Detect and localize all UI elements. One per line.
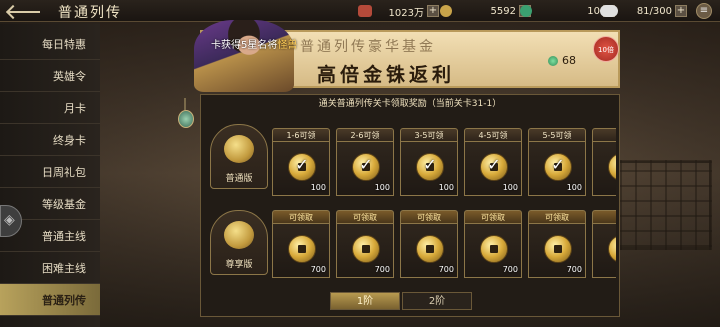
normal-reward-slot[interactable] — [592, 142, 616, 196]
sidebar-item-monthly-card[interactable]: 月卡 — [0, 92, 100, 124]
tier-premium: 尊享版 — [210, 210, 268, 275]
stage-requirement: 2-6可领 — [336, 128, 394, 142]
banner-subtitle: 普通列传豪华基金 — [300, 39, 436, 55]
multiplier-badge: 10倍 — [593, 36, 619, 62]
sidebar-item-daily-deals[interactable]: 每日特惠 — [0, 28, 100, 60]
premium-reward-slot[interactable] — [592, 224, 616, 278]
add-silver-button[interactable]: + — [427, 5, 439, 17]
sidebar-item-lifetime-card[interactable]: 终身卡 — [0, 124, 100, 156]
premium-reward-slot[interactable]: 700 — [400, 224, 458, 278]
fund-price: 68 — [562, 54, 576, 67]
scrolling-news: 卡获得5星名将怪兽 — [211, 36, 297, 51]
resource-silver-value: 1023万 — [388, 7, 424, 19]
stage-requirement: 6- — [592, 128, 616, 142]
hero-portrait — [194, 20, 294, 92]
reward-qty: 100 — [310, 183, 326, 192]
background-lattice-window — [617, 160, 712, 250]
claim-tab[interactable]: 可领取 — [464, 210, 522, 224]
sidebar: 每日特惠 英雄令 月卡 终身卡 日周礼包 等级基金 普通主线 困难主线 普通列传 — [0, 24, 100, 327]
claim-tab[interactable]: 可领取 — [528, 210, 586, 224]
normal-reward-slot[interactable]: ✓ 100 — [400, 142, 458, 196]
gold-coin-icon — [608, 153, 616, 181]
menu-icon[interactable]: ≡ — [696, 3, 712, 19]
news-text: 卡获得5星名将 — [211, 40, 278, 51]
panel-header: 通关普通列传关卡领取奖励（当前关卡31-1） — [318, 99, 502, 109]
add-stamina-button[interactable]: + — [675, 5, 687, 17]
reward-column: 6- — [592, 128, 616, 278]
gold-coin-icon — [480, 235, 508, 263]
claim-tab[interactable]: 可领取 — [400, 210, 458, 224]
gold-coin-icon — [608, 235, 616, 263]
reward-qty: 100 — [438, 183, 454, 192]
reward-qty: 100 — [566, 183, 582, 192]
normal-reward-slot[interactable]: ✓ 100 — [464, 142, 522, 196]
claim-tab[interactable]: 可领取 — [336, 210, 394, 224]
resource-coin: 5592 + — [440, 4, 531, 18]
sidebar-item-hero-token[interactable]: 英雄令 — [0, 60, 100, 92]
buy-fund-button[interactable]: 68 — [548, 54, 576, 67]
normal-reward-slot[interactable]: ✓ 100 — [336, 142, 394, 196]
reward-qty: 700 — [374, 265, 390, 274]
back-arrow-icon[interactable] — [6, 3, 42, 19]
resource-stamina: 81/300 + — [600, 4, 687, 18]
step-2-button[interactable]: 2阶 — [402, 292, 472, 310]
news-hero-name: 怪兽 — [277, 40, 298, 51]
claim-tab[interactable] — [592, 210, 616, 224]
step-1-button[interactable]: 1阶 — [330, 292, 400, 310]
check-icon: ✓ — [487, 155, 501, 174]
gold-coin-icon — [544, 235, 572, 263]
jade-icon — [548, 55, 558, 66]
gold-coin-icon — [352, 235, 380, 263]
copper-coin-icon — [440, 5, 452, 17]
gold-coin-icon — [416, 235, 444, 263]
sidebar-item-daily-weekly-pack[interactable]: 日周礼包 — [0, 156, 100, 188]
reward-qty: 700 — [566, 265, 582, 274]
check-icon: ✓ — [359, 155, 373, 174]
stage-requirement: 1-6可领 — [272, 128, 330, 142]
stage-requirement: 3-5可领 — [400, 128, 458, 142]
tier-normal-label: 普通版 — [225, 174, 253, 184]
normal-reward-slot[interactable]: ✓ 100 — [272, 142, 330, 196]
treasure-chest-icon — [358, 5, 372, 17]
stage-requirement: 4-5可领 — [464, 128, 522, 142]
premium-reward-slot[interactable]: 700 — [336, 224, 394, 278]
check-icon: ✓ — [551, 155, 565, 174]
resource-jade-value: 10 — [587, 5, 600, 17]
stage-requirement: 5-5可领 — [528, 128, 586, 142]
claim-tab[interactable]: 可领取 — [272, 210, 330, 224]
resource-coin-value: 5592 — [490, 5, 516, 17]
resource-stamina-value: 81/300 — [636, 5, 672, 17]
lantern-icon — [178, 98, 194, 132]
gold-coin-icon — [288, 235, 316, 263]
sidebar-item-hard-main[interactable]: 困难主线 — [0, 252, 100, 284]
banner-title: 高倍金铢返利 — [317, 64, 456, 86]
check-icon: ✓ — [295, 155, 309, 174]
step-selector: 1阶 2阶 — [330, 292, 480, 310]
treasure-pot-icon — [224, 221, 254, 249]
page-title: 普通列传 — [58, 5, 122, 21]
reward-qty: 700 — [438, 265, 454, 274]
tier-premium-label: 尊享版 — [225, 260, 253, 270]
premium-reward-slot[interactable]: 700 — [464, 224, 522, 278]
resource-silver: 1023万 + — [358, 4, 439, 19]
reward-qty: 700 — [502, 265, 518, 274]
jade-icon — [520, 5, 532, 17]
reward-qty: 700 — [310, 265, 326, 274]
premium-reward-slot[interactable]: 700 — [272, 224, 330, 278]
check-icon: ✓ — [423, 155, 437, 174]
top-bar: 普通列传 1023万 + 5592 + 10 + 81/300 + ≡ — [0, 0, 720, 22]
premium-reward-slot[interactable]: 700 — [528, 224, 586, 278]
reward-qty: 100 — [502, 183, 518, 192]
sidebar-item-normal-biography[interactable]: 普通列传 — [0, 284, 100, 316]
tier-normal: 普通版 — [210, 124, 268, 189]
cloud-stamina-icon — [600, 5, 618, 17]
pouch-icon — [224, 135, 254, 163]
normal-reward-slot[interactable]: ✓ 100 — [528, 142, 586, 196]
reward-qty: 100 — [374, 183, 390, 192]
